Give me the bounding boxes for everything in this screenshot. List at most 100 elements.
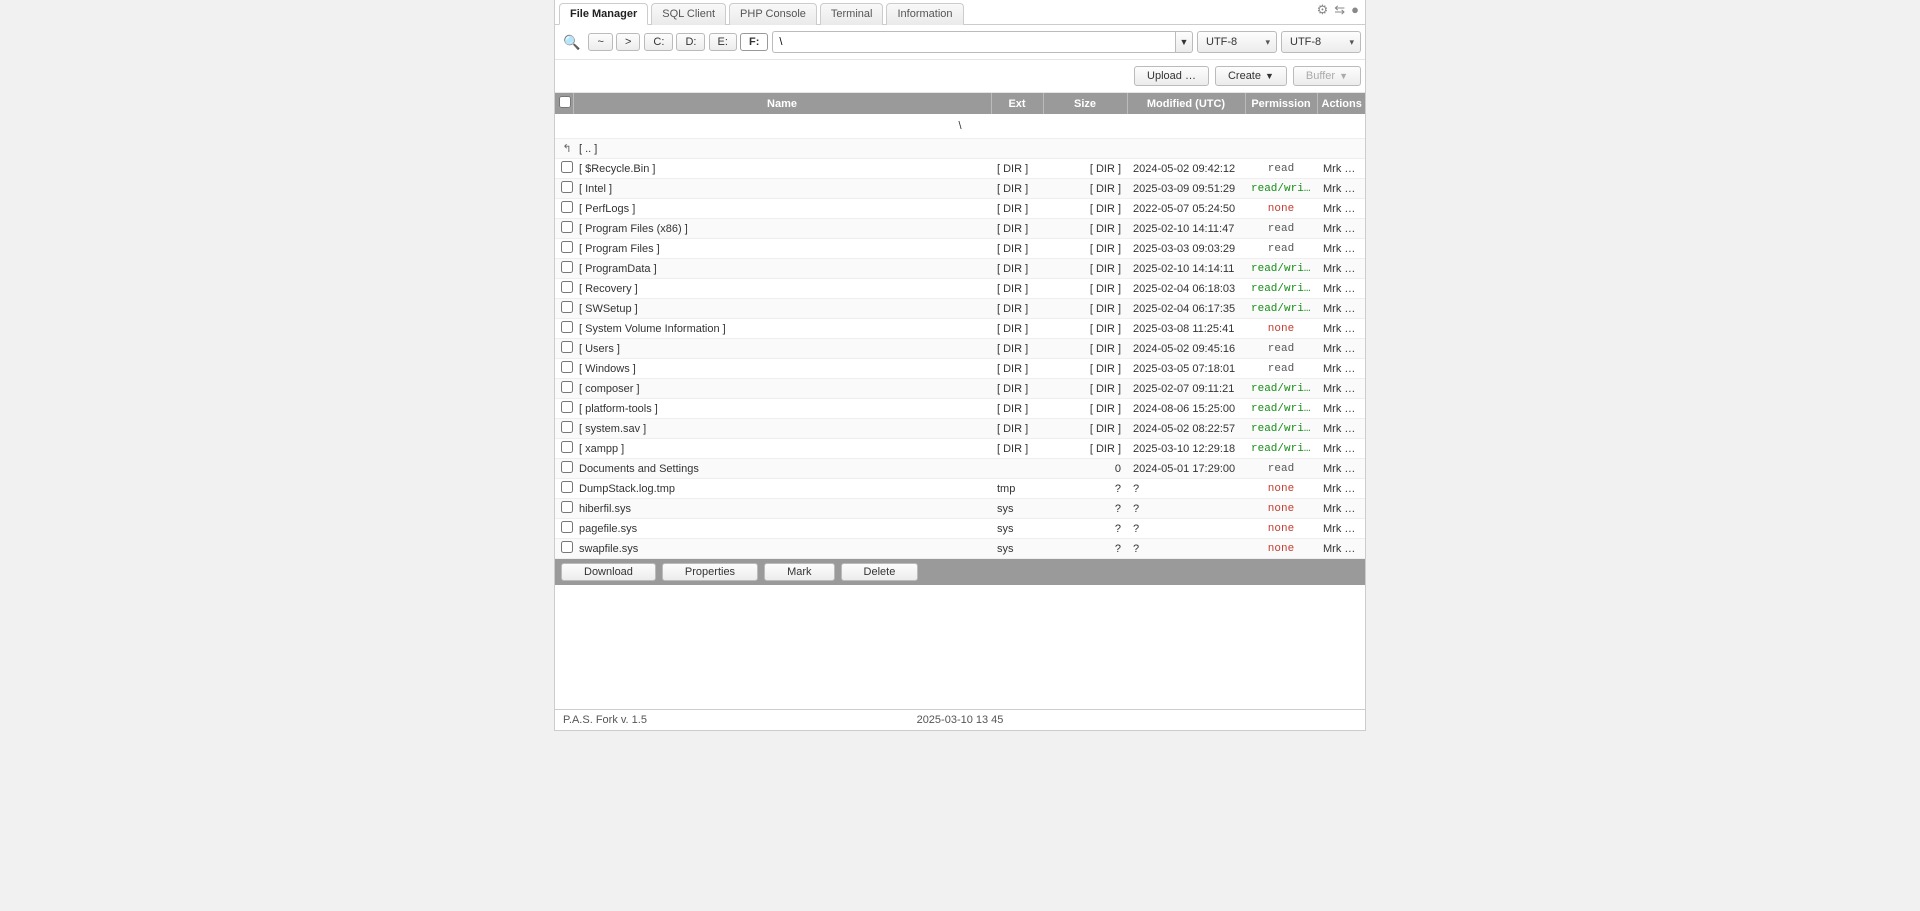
- row-mark-link[interactable]: Mrk: [1323, 303, 1341, 315]
- delete-button[interactable]: Delete: [841, 563, 919, 581]
- row-checkbox[interactable]: [561, 421, 573, 433]
- drive-button-d[interactable]: D:: [676, 33, 705, 51]
- encoding-select-left[interactable]: UTF-8: [1197, 31, 1277, 53]
- row-checkbox[interactable]: [561, 201, 573, 213]
- row-name[interactable]: [ Intel ]: [573, 179, 991, 199]
- row-mark-link[interactable]: Mrk: [1323, 443, 1341, 455]
- row-del-link[interactable]: Del: [1344, 483, 1361, 495]
- parent-dir-label[interactable]: [ .. ]: [573, 139, 1365, 159]
- row-mark-link[interactable]: Mrk: [1323, 363, 1341, 375]
- row-del-link[interactable]: Del: [1344, 443, 1361, 455]
- row-name[interactable]: DumpStack.log.tmp: [573, 479, 991, 499]
- tab-sql-client[interactable]: SQL Client: [651, 3, 726, 25]
- drive-button-f[interactable]: F:: [740, 33, 768, 51]
- row-name[interactable]: [ SWSetup ]: [573, 299, 991, 319]
- dot-icon[interactable]: ●: [1351, 3, 1359, 16]
- row-checkbox[interactable]: [561, 521, 573, 533]
- row-name[interactable]: [ system.sav ]: [573, 419, 991, 439]
- row-mark-link[interactable]: Mrk: [1323, 483, 1341, 495]
- row-name[interactable]: [ Program Files (x86) ]: [573, 219, 991, 239]
- row-checkbox[interactable]: [561, 341, 573, 353]
- row-mark-link[interactable]: Mrk: [1323, 343, 1341, 355]
- upload-button[interactable]: Upload …: [1134, 66, 1209, 86]
- tab-information[interactable]: Information: [886, 3, 963, 25]
- row-mark-link[interactable]: Mrk: [1323, 523, 1341, 535]
- row-del-link[interactable]: Del: [1344, 203, 1361, 215]
- col-modified[interactable]: Modified (UTC): [1127, 93, 1245, 114]
- home-button[interactable]: ~: [588, 33, 612, 51]
- tab-php-console[interactable]: PHP Console: [729, 3, 817, 25]
- row-del-link[interactable]: Del: [1344, 543, 1361, 555]
- row-del-link[interactable]: Del: [1344, 263, 1361, 275]
- row-name[interactable]: pagefile.sys: [573, 519, 991, 539]
- row-mark-link[interactable]: Mrk: [1323, 323, 1341, 335]
- row-checkbox[interactable]: [561, 261, 573, 273]
- row-name[interactable]: [ $Recycle.Bin ]: [573, 159, 991, 179]
- drive-button-e[interactable]: E:: [709, 33, 737, 51]
- row-name[interactable]: [ ProgramData ]: [573, 259, 991, 279]
- row-checkbox[interactable]: [561, 541, 573, 553]
- row-del-link[interactable]: Del: [1344, 383, 1361, 395]
- col-size[interactable]: Size: [1043, 93, 1127, 114]
- properties-button[interactable]: Properties: [662, 563, 758, 581]
- row-del-link[interactable]: Del: [1344, 183, 1361, 195]
- row-del-link[interactable]: Del: [1344, 323, 1361, 335]
- row-checkbox[interactable]: [561, 301, 573, 313]
- row-checkbox[interactable]: [561, 501, 573, 513]
- row-checkbox[interactable]: [561, 281, 573, 293]
- path-history-dropdown[interactable]: ▼: [1175, 31, 1193, 53]
- row-name[interactable]: [ PerfLogs ]: [573, 199, 991, 219]
- row-mark-link[interactable]: Mrk: [1323, 423, 1341, 435]
- row-checkbox[interactable]: [561, 461, 573, 473]
- row-del-link[interactable]: Del: [1344, 403, 1361, 415]
- row-name[interactable]: [ composer ]: [573, 379, 991, 399]
- row-mark-link[interactable]: Mrk: [1323, 543, 1341, 555]
- row-name[interactable]: Documents and Settings: [573, 459, 991, 479]
- row-del-link[interactable]: Del: [1344, 283, 1361, 295]
- swap-icon[interactable]: ⇆: [1334, 3, 1345, 16]
- row-mark-link[interactable]: Mrk: [1323, 223, 1341, 235]
- row-name[interactable]: [ Program Files ]: [573, 239, 991, 259]
- row-del-link[interactable]: Del: [1344, 303, 1361, 315]
- tab-file-manager[interactable]: File Manager: [559, 3, 648, 25]
- mark-button[interactable]: Mark: [764, 563, 834, 581]
- select-all-checkbox[interactable]: [559, 96, 571, 108]
- row-checkbox[interactable]: [561, 161, 573, 173]
- row-checkbox[interactable]: [561, 481, 573, 493]
- row-mark-link[interactable]: Mrk: [1323, 283, 1341, 295]
- row-checkbox[interactable]: [561, 401, 573, 413]
- row-del-link[interactable]: Del: [1344, 223, 1361, 235]
- encoding-select-right[interactable]: UTF-8: [1281, 31, 1361, 53]
- download-button[interactable]: Download: [561, 563, 656, 581]
- tab-terminal[interactable]: Terminal: [820, 3, 884, 25]
- row-del-link[interactable]: Del: [1344, 423, 1361, 435]
- row-del-link[interactable]: Del: [1344, 463, 1361, 475]
- row-del-link[interactable]: Del: [1344, 363, 1361, 375]
- row-mark-link[interactable]: Mrk: [1323, 183, 1341, 195]
- drive-button-c[interactable]: C:: [644, 33, 673, 51]
- row-mark-link[interactable]: Mrk: [1323, 203, 1341, 215]
- row-mark-link[interactable]: Mrk: [1323, 163, 1341, 175]
- path-input[interactable]: [772, 31, 1175, 53]
- row-checkbox[interactable]: [561, 181, 573, 193]
- row-mark-link[interactable]: Mrk: [1323, 263, 1341, 275]
- row-del-link[interactable]: Del: [1344, 503, 1361, 515]
- buffer-button[interactable]: Buffer ▼: [1293, 66, 1361, 86]
- row-name[interactable]: hiberfil.sys: [573, 499, 991, 519]
- row-name[interactable]: [ xampp ]: [573, 439, 991, 459]
- row-name[interactable]: [ Users ]: [573, 339, 991, 359]
- row-mark-link[interactable]: Mrk: [1323, 403, 1341, 415]
- row-name[interactable]: [ platform-tools ]: [573, 399, 991, 419]
- row-checkbox[interactable]: [561, 221, 573, 233]
- row-name[interactable]: swapfile.sys: [573, 539, 991, 559]
- search-icon[interactable]: 🔍: [559, 34, 584, 51]
- row-del-link[interactable]: Del: [1344, 163, 1361, 175]
- row-del-link[interactable]: Del: [1344, 343, 1361, 355]
- row-checkbox[interactable]: [561, 241, 573, 253]
- row-del-link[interactable]: Del: [1344, 523, 1361, 535]
- col-ext[interactable]: Ext: [991, 93, 1043, 114]
- row-mark-link[interactable]: Mrk: [1323, 383, 1341, 395]
- row-checkbox[interactable]: [561, 361, 573, 373]
- row-del-link[interactable]: Del: [1344, 243, 1361, 255]
- row-checkbox[interactable]: [561, 321, 573, 333]
